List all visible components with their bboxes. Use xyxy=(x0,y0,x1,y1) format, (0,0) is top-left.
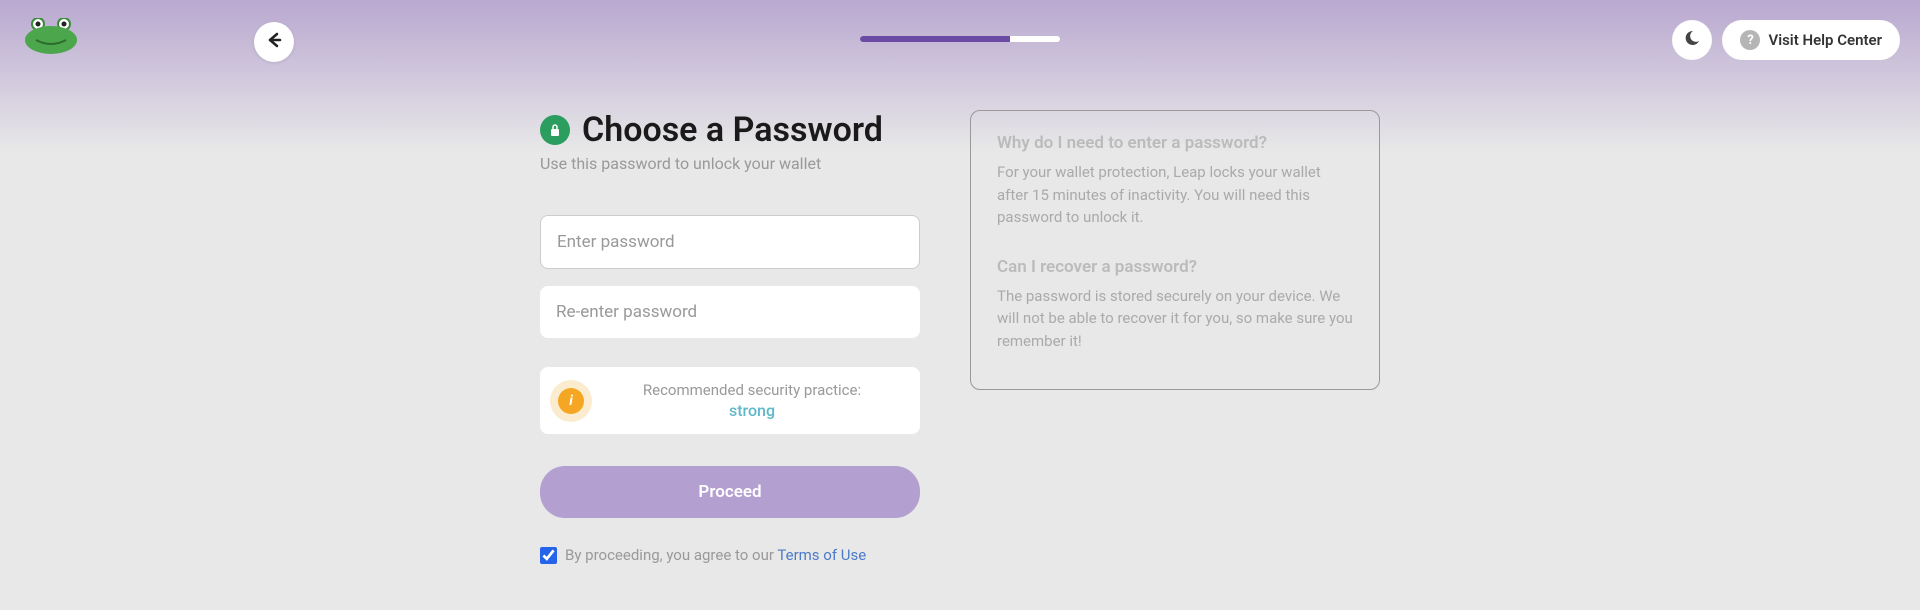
faq-q1-title: Why do I need to enter a password? xyxy=(997,133,1353,153)
header: ? Visit Help Center xyxy=(0,0,1920,40)
progress-fill xyxy=(860,36,1010,42)
terms-checkbox[interactable] xyxy=(540,547,557,564)
proceed-button[interactable]: Proceed xyxy=(540,466,920,518)
page-subtitle: Use this password to unlock your wallet xyxy=(540,154,920,173)
theme-toggle-button[interactable] xyxy=(1672,20,1712,60)
frog-logo xyxy=(22,18,80,54)
terms-link[interactable]: Terms of Use xyxy=(777,546,866,564)
faq-q2-body: The password is stored securely on your … xyxy=(997,285,1353,353)
security-hint-box: i Recommended security practice: strong xyxy=(540,367,920,434)
confirm-password-input[interactable] xyxy=(540,286,920,338)
security-text: Recommended security practice: strong xyxy=(602,381,902,420)
help-center-label: Visit Help Center xyxy=(1768,31,1882,49)
password-input[interactable] xyxy=(540,215,920,269)
faq-q1-body: For your wallet protection, Leap locks y… xyxy=(997,161,1353,229)
terms-row: By proceeding, you agree to our Terms of… xyxy=(540,546,920,564)
lock-icon xyxy=(540,115,570,145)
title-row: Choose a Password xyxy=(540,110,920,150)
faq-panel: Why do I need to enter a password? For y… xyxy=(970,110,1380,390)
security-strength: strong xyxy=(602,401,902,420)
page-title: Choose a Password xyxy=(582,110,883,150)
form-panel: Choose a Password Use this password to u… xyxy=(540,110,920,564)
terms-prefix: By proceeding, you agree to our xyxy=(565,546,777,564)
security-label: Recommended security practice: xyxy=(602,381,902,399)
back-button[interactable] xyxy=(254,22,294,62)
info-icon: i xyxy=(558,388,584,414)
arrow-left-icon xyxy=(264,30,284,54)
question-icon: ? xyxy=(1740,30,1760,50)
header-right: ? Visit Help Center xyxy=(1672,20,1900,60)
terms-text: By proceeding, you agree to our Terms of… xyxy=(565,546,866,564)
faq-q2-title: Can I recover a password? xyxy=(997,257,1353,277)
moon-icon xyxy=(1683,29,1701,51)
help-center-button[interactable]: ? Visit Help Center xyxy=(1722,20,1900,60)
progress-bar xyxy=(860,36,1060,42)
main-content: Choose a Password Use this password to u… xyxy=(0,40,1920,564)
